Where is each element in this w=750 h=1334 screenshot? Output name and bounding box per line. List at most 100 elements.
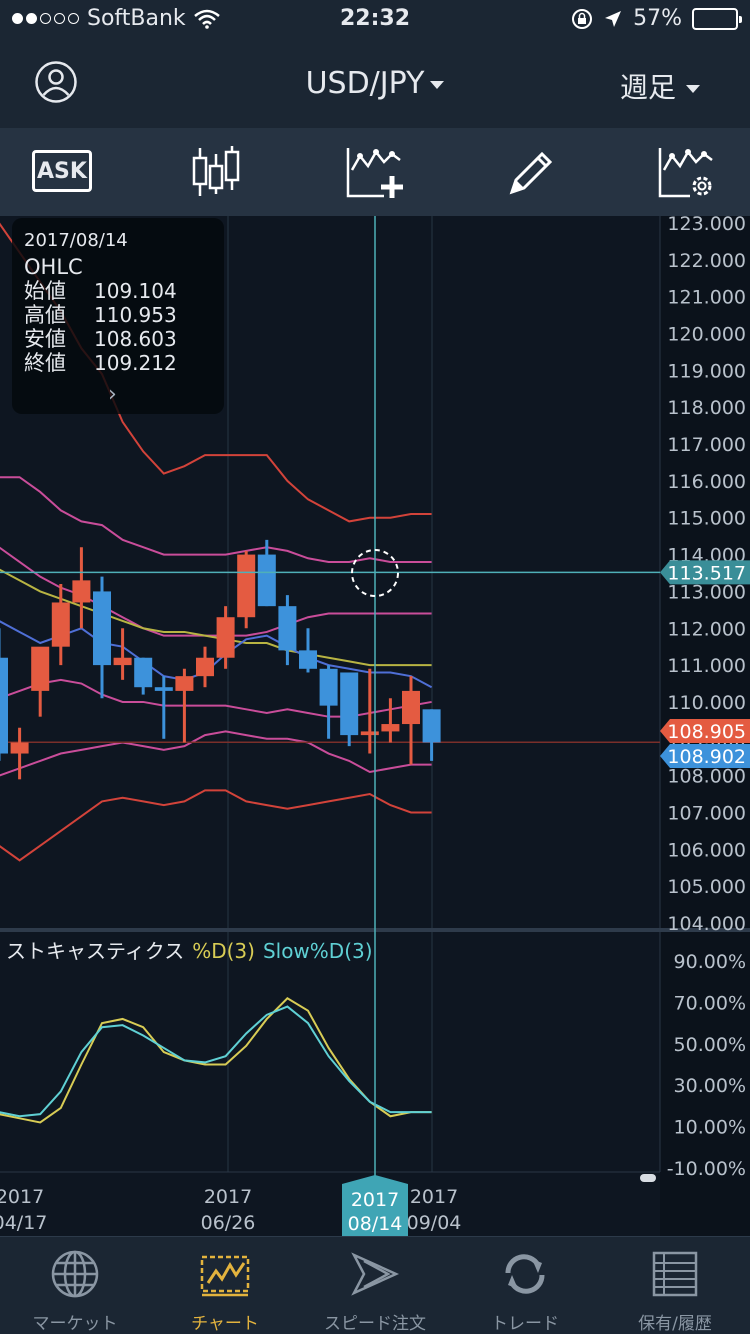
tab-history[interactable]: 保有/履歴 <box>600 1237 750 1334</box>
candle-body <box>93 591 111 666</box>
chevron-right-icon[interactable]: › <box>108 382 117 407</box>
history-icon <box>652 1251 698 1297</box>
ohlc-popup[interactable]: 2017/08/14 OHLC 始値 109.104 高値 110.953 安値 10… <box>12 218 224 414</box>
ohlc-label: 終値 <box>24 351 66 375</box>
candle-body <box>257 554 276 607</box>
tab-chart[interactable]: チャート <box>150 1237 300 1334</box>
candle-body <box>319 668 338 706</box>
tab-bar: マーケット チャート スピード注文 トレード 保有/履歴 <box>0 1236 750 1334</box>
stoch-tick-label: 50.00% <box>674 1034 746 1056</box>
ohlc-value: 108.603 <box>94 327 177 351</box>
x-tick-year: 2017 <box>0 1186 44 1208</box>
price-tick-label: 107.000 <box>667 802 746 824</box>
crosshair-date-year: 2017 <box>351 1189 399 1211</box>
price-tick-label: 106.000 <box>667 839 746 861</box>
candle-body <box>216 617 235 658</box>
stoch-tick-label: -10.00% <box>667 1158 746 1180</box>
price-tick-label: 123.000 <box>667 216 746 235</box>
candle-body <box>175 676 194 691</box>
candle-body <box>72 580 91 603</box>
tab-label: チャート <box>191 1314 259 1334</box>
ohlc-label: 始値 <box>24 279 66 303</box>
ohlc-row-close: 終値 109.212 <box>24 351 212 375</box>
stoch-series-name: Slow%D(3) <box>263 939 373 963</box>
bid-price-badge-label: 108.905 <box>667 721 746 743</box>
candle-body <box>0 657 8 754</box>
candle-body <box>134 657 153 688</box>
price-tick-label: 108.000 <box>667 766 746 788</box>
candle-body <box>422 709 441 743</box>
price-tick-label: 119.000 <box>667 360 746 382</box>
stoch-tick-label: 30.00% <box>674 1075 746 1097</box>
period-label: 週足 <box>619 71 676 104</box>
price-tick-label: 117.000 <box>667 434 746 456</box>
stoch-series-name: %D(3) <box>192 939 255 963</box>
candle-body <box>154 687 173 691</box>
chart-icon <box>200 1255 250 1297</box>
price-tick-label: 118.000 <box>667 397 746 419</box>
pencil-icon[interactable] <box>504 144 558 200</box>
candlestick-icon[interactable] <box>186 144 246 200</box>
ohlc-value: 109.104 <box>94 279 177 303</box>
tab-label: トレード <box>491 1314 559 1334</box>
x-tick-date: 09/04 <box>407 1212 462 1234</box>
candle-body <box>113 657 132 666</box>
rotation-lock-icon <box>572 8 593 29</box>
globe-icon <box>51 1250 99 1298</box>
ohlc-label: 高値 <box>24 303 66 327</box>
symbol-label: USD/JPY <box>305 66 425 101</box>
candle-body <box>278 606 297 651</box>
tab-speed-order[interactable]: スピード注文 <box>300 1237 450 1334</box>
tab-market[interactable]: マーケット <box>0 1237 150 1334</box>
ask-button[interactable]: ASK <box>32 150 92 192</box>
candle-body <box>237 554 256 618</box>
candle-body <box>51 602 70 647</box>
location-arrow-icon <box>605 10 622 27</box>
stoch-tick-label: 90.00% <box>674 951 746 973</box>
tab-label: 保有/履歴 <box>638 1314 712 1334</box>
chevron-down-icon <box>686 85 700 93</box>
candle-body <box>402 690 420 725</box>
candle-body <box>196 657 214 677</box>
crosshair-price-badge-label: 113.517 <box>667 562 746 584</box>
stoch-tick-label: 70.00% <box>674 992 746 1014</box>
battery-icon <box>692 7 742 30</box>
tab-trade[interactable]: トレード <box>450 1237 600 1334</box>
ohlc-row-low: 安値 108.603 <box>24 327 212 351</box>
price-tick-label: 104.000 <box>667 913 746 935</box>
x-tick-date: 06/26 <box>201 1212 256 1234</box>
ohlc-value: 110.953 <box>94 303 177 327</box>
price-tick-label: 113.000 <box>667 581 746 603</box>
tab-label: スピード注文 <box>324 1314 426 1334</box>
candle-body <box>299 650 317 669</box>
ohlc-value: 109.212 <box>94 351 177 375</box>
trade-icon <box>505 1254 545 1294</box>
candle-body <box>31 646 50 691</box>
price-tick-label: 111.000 <box>667 655 746 677</box>
candle-body <box>381 724 400 732</box>
ohlc-label: 安値 <box>24 327 66 351</box>
x-tick-year: 2017 <box>410 1186 458 1208</box>
scroll-indicator <box>640 1174 656 1182</box>
candle-body <box>360 731 379 736</box>
stoch-tick-label: 10.00% <box>674 1117 746 1139</box>
ask-label: ASK <box>37 158 87 184</box>
speed-order-icon <box>351 1252 400 1296</box>
price-tick-label: 116.000 <box>667 471 746 493</box>
chart-header: USD/JPY 週足 <box>0 40 750 128</box>
candle-body <box>10 742 29 754</box>
period-selector[interactable]: 週足 <box>620 66 700 106</box>
ask-price-badge-label: 108.902 <box>667 746 746 768</box>
price-tick-label: 120.000 <box>667 324 746 346</box>
status-bar: SoftBank 22:32 57% <box>0 0 750 40</box>
chart-toolbar: ASK <box>0 128 750 216</box>
battery-percent: 57% <box>633 6 682 31</box>
add-indicator-icon[interactable] <box>344 144 406 200</box>
ohlc-row-high: 高値 110.953 <box>24 303 212 327</box>
ohlc-row-open: 始値 109.104 <box>24 279 212 303</box>
price-tick-label: 121.000 <box>667 287 746 309</box>
price-tick-label: 122.000 <box>667 250 746 272</box>
x-tick-date: 04/17 <box>0 1212 47 1234</box>
indicator-settings-icon[interactable] <box>656 144 716 200</box>
chevron-down-icon <box>430 80 445 89</box>
